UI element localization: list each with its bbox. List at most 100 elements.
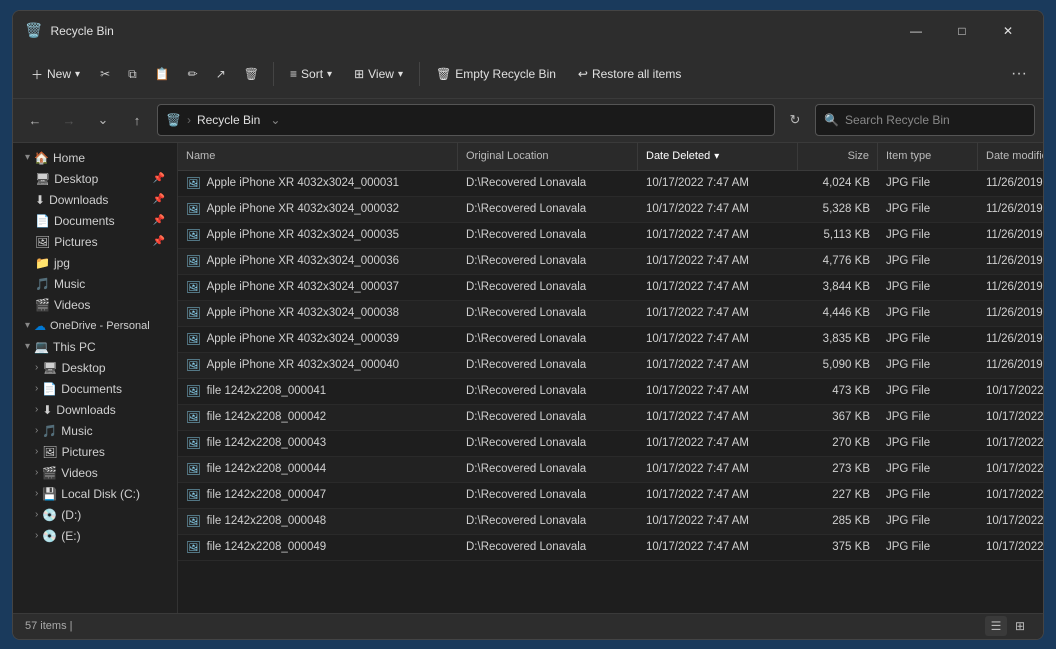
file-date-modified: 11/26/2019 11:22 AM — [978, 203, 1043, 215]
file-date-deleted: 10/17/2022 7:47 AM — [638, 411, 798, 423]
table-row[interactable]: 🖼 file 1242x2208_000044 D:\Recovered Lon… — [178, 457, 1043, 483]
file-date-deleted: 10/17/2022 7:47 AM — [638, 255, 798, 267]
search-box[interactable]: 🔍 Search Recycle Bin — [815, 104, 1035, 136]
table-row[interactable]: 🖼 Apple iPhone XR 4032x3024_000035 D:\Re… — [178, 223, 1043, 249]
table-row[interactable]: 🖼 Apple iPhone XR 4032x3024_000031 D:\Re… — [178, 171, 1043, 197]
list-view-button[interactable]: ☰ — [985, 616, 1007, 636]
file-size: 4,446 KB — [798, 307, 878, 319]
sidebar-item-thispc-downloads[interactable]: › ⬇ Downloads — [17, 400, 173, 420]
sidebar-item-desktop[interactable]: 🖥 Desktop 📌 — [17, 169, 173, 189]
table-row[interactable]: 🖼 Apple iPhone XR 4032x3024_000032 D:\Re… — [178, 197, 1043, 223]
sort-icon: ≡ — [290, 67, 297, 81]
main-content: ▾ 🏠 Home 🖥 Desktop 📌 ⬇ Downloads 📌 📄 Doc… — [13, 143, 1043, 613]
thispc-chevron-icon: ▾ — [25, 341, 30, 352]
thispc-documents-label: Documents — [61, 382, 122, 396]
table-row[interactable]: 🖼 file 1242x2208_000042 D:\Recovered Lon… — [178, 405, 1043, 431]
column-headers: Name Original Location Date Deleted ▾ Si… — [178, 143, 1043, 171]
table-row[interactable]: 🖼 file 1242x2208_000041 D:\Recovered Lon… — [178, 379, 1043, 405]
file-date-deleted: 10/17/2022 7:47 AM — [638, 463, 798, 475]
thispc-videos-label: Videos — [61, 466, 97, 480]
sidebar-item-thispc-documents[interactable]: › 📄 Documents — [17, 379, 173, 399]
thispc-downloads-label: Downloads — [56, 403, 115, 417]
sidebar-item-jpg[interactable]: 📁 jpg — [17, 253, 173, 273]
file-date-modified: 10/17/2022 7:24 AM — [978, 489, 1043, 501]
sidebar-item-e-drive[interactable]: › 💿 (E:) — [17, 526, 173, 546]
file-icon: 🖼 — [186, 540, 201, 554]
delete-button[interactable]: 🗑 — [236, 61, 267, 87]
file-date-deleted: 10/17/2022 7:47 AM — [638, 359, 798, 371]
file-name: file 1242x2208_000043 — [207, 437, 327, 449]
sidebar-item-videos[interactable]: 🎬 Videos — [17, 295, 173, 315]
col-header-modified[interactable]: Date modified — [978, 143, 1043, 170]
forward-button[interactable]: → — [55, 106, 83, 134]
address-box[interactable]: 🗑️ › Recycle Bin ⌄ — [157, 104, 775, 136]
file-name: Apple iPhone XR 4032x3024_000036 — [207, 255, 399, 267]
sort-label: Sort — [301, 67, 323, 81]
new-icon: ＋ — [31, 66, 43, 83]
sidebar-item-downloads[interactable]: ⬇ Downloads 📌 — [17, 190, 173, 210]
file-location: D:\Recovered Lonavala — [458, 489, 638, 501]
sidebar-item-music[interactable]: 🎵 Music — [17, 274, 173, 294]
col-header-location[interactable]: Original Location — [458, 143, 638, 170]
file-size: 4,024 KB — [798, 177, 878, 189]
grid-view-button[interactable]: ⊞ — [1009, 616, 1031, 636]
sidebar-item-thispc-pictures[interactable]: › 🖼 Pictures — [17, 442, 173, 462]
share-button[interactable]: ↗ — [208, 61, 234, 87]
table-row[interactable]: 🖼 Apple iPhone XR 4032x3024_000038 D:\Re… — [178, 301, 1043, 327]
thispc-downloads-icon: ⬇ — [42, 403, 52, 417]
home-icon: 🏠 — [34, 151, 49, 165]
file-type: JPG File — [878, 463, 978, 475]
up-button[interactable]: ↑ — [123, 106, 151, 134]
table-row[interactable]: 🖼 file 1242x2208_000049 D:\Recovered Lon… — [178, 535, 1043, 561]
refresh-button[interactable]: ↻ — [781, 106, 809, 134]
rename-button[interactable]: ✏ — [180, 61, 206, 87]
file-date-deleted: 10/17/2022 7:47 AM — [638, 281, 798, 293]
sidebar-item-home[interactable]: ▾ 🏠 Home — [17, 148, 173, 168]
close-button[interactable]: ✕ — [985, 11, 1031, 51]
maximize-button[interactable]: □ — [939, 11, 985, 51]
col-header-size[interactable]: Size — [798, 143, 878, 170]
localdisk-icon: 💾 — [42, 487, 57, 501]
sidebar-item-d-drive[interactable]: › 💿 (D:) — [17, 505, 173, 525]
sidebar-item-thispc[interactable]: ▾ 💻 This PC — [17, 337, 173, 357]
back-button[interactable]: ← — [21, 106, 49, 134]
file-date-deleted: 10/17/2022 7:47 AM — [638, 541, 798, 553]
address-down-icon[interactable]: ⌄ — [270, 113, 280, 127]
view-button[interactable]: ⊞ View ▾ — [344, 61, 413, 87]
sidebar-item-pictures[interactable]: 🖼 Pictures 📌 — [17, 232, 173, 252]
table-row[interactable]: 🖼 Apple iPhone XR 4032x3024_000040 D:\Re… — [178, 353, 1043, 379]
sidebar-item-localdisk[interactable]: › 💾 Local Disk (C:) — [17, 484, 173, 504]
new-button[interactable]: ＋ New ▾ — [21, 60, 90, 89]
copy-button[interactable]: ⧉ — [120, 61, 145, 88]
table-row[interactable]: 🖼 file 1242x2208_000048 D:\Recovered Lon… — [178, 509, 1043, 535]
file-icon: 🖼 — [186, 514, 201, 528]
col-header-name[interactable]: Name — [178, 143, 458, 170]
file-location: D:\Recovered Lonavala — [458, 281, 638, 293]
sidebar-item-thispc-videos[interactable]: › 🎬 Videos — [17, 463, 173, 483]
file-type: JPG File — [878, 229, 978, 241]
file-size: 273 KB — [798, 463, 878, 475]
sidebar-item-documents[interactable]: 📄 Documents 📌 — [17, 211, 173, 231]
cut-button[interactable]: ✂ — [92, 61, 118, 87]
file-location: D:\Recovered Lonavala — [458, 203, 638, 215]
restore-all-button[interactable]: ↩ Restore all items — [568, 61, 691, 87]
minimize-button[interactable]: — — [893, 11, 939, 51]
sidebar-item-thispc-music[interactable]: › 🎵 Music — [17, 421, 173, 441]
col-header-type[interactable]: Item type — [878, 143, 978, 170]
sort-button[interactable]: ≡ Sort ▾ — [280, 61, 342, 87]
downloads-icon: ⬇ — [35, 193, 45, 207]
file-type: JPG File — [878, 385, 978, 397]
sidebar-item-thispc-desktop[interactable]: › 🖥 Desktop — [17, 358, 173, 378]
file-type: JPG File — [878, 307, 978, 319]
table-row[interactable]: 🖼 Apple iPhone XR 4032x3024_000037 D:\Re… — [178, 275, 1043, 301]
empty-recycle-button[interactable]: 🗑 Empty Recycle Bin — [426, 61, 566, 87]
table-row[interactable]: 🖼 Apple iPhone XR 4032x3024_000039 D:\Re… — [178, 327, 1043, 353]
sidebar-item-onedrive[interactable]: ▾ ☁ OneDrive - Personal — [17, 316, 173, 336]
paste-button[interactable]: 📋 — [147, 61, 178, 87]
more-options-button[interactable]: ··· — [1003, 59, 1035, 89]
col-header-date[interactable]: Date Deleted ▾ — [638, 143, 798, 170]
table-row[interactable]: 🖼 file 1242x2208_000047 D:\Recovered Lon… — [178, 483, 1043, 509]
table-row[interactable]: 🖼 Apple iPhone XR 4032x3024_000036 D:\Re… — [178, 249, 1043, 275]
recent-button[interactable]: ⌄ — [89, 106, 117, 134]
table-row[interactable]: 🖼 file 1242x2208_000043 D:\Recovered Lon… — [178, 431, 1043, 457]
